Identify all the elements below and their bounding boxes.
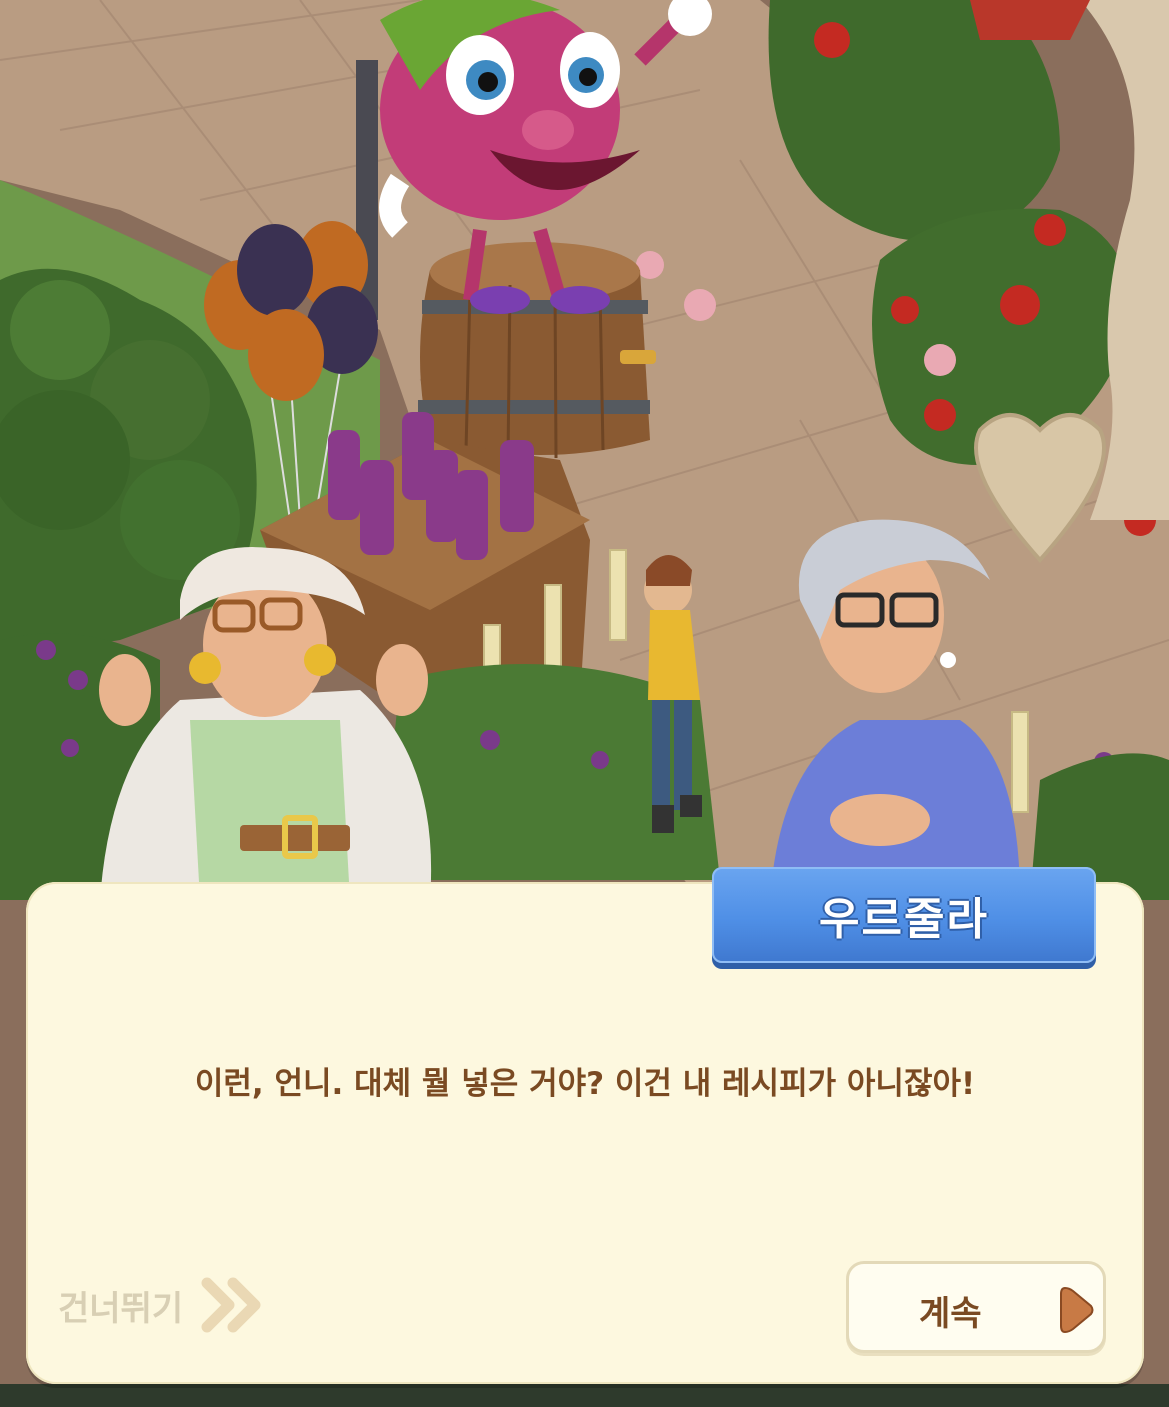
speaker-name: 우르줄라	[819, 894, 989, 945]
continue-label: 계속	[919, 1294, 982, 1334]
barrel	[418, 242, 656, 459]
dialog-message: 이런, 언니. 대체 뭘 넣은 거야? 이건 내 레시피가 아니잖아!	[194, 1066, 976, 1102]
double-chevron-right-icon	[201, 1277, 261, 1333]
continue-button[interactable]: 계속	[846, 1261, 1106, 1353]
play-triangle-icon	[1060, 1286, 1094, 1334]
speaker-name-tag: 우르줄라	[712, 867, 1096, 963]
skip-label: 건너뛰기	[58, 1288, 184, 1329]
skip-button[interactable]: 건너뛰기	[58, 1270, 265, 1340]
